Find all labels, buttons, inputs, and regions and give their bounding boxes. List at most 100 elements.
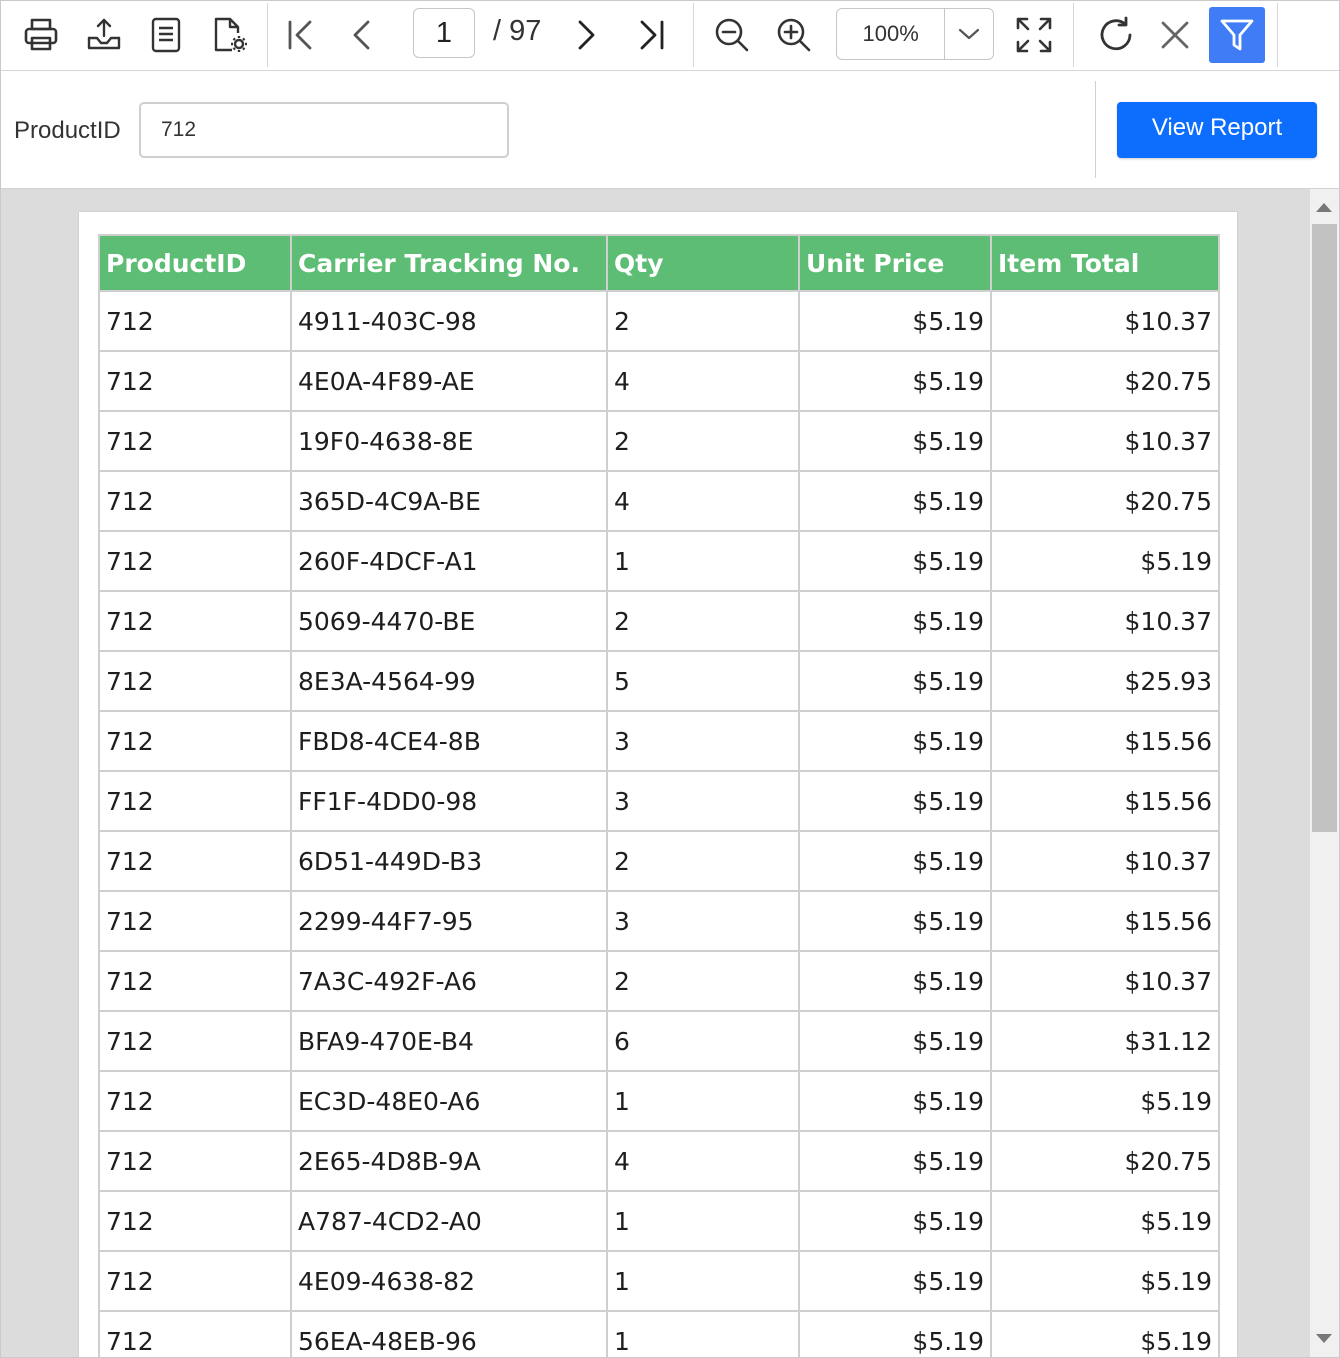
table-cell: 4 [606, 1130, 800, 1192]
table-cell: EC3D-48E0-A6 [290, 1070, 608, 1132]
table-cell: FBD8-4CE4-8B [290, 710, 608, 772]
table-cell: 712 [98, 290, 292, 352]
zoom-out-icon[interactable] [704, 7, 760, 63]
parameter-panel: ProductID 712 View Report [1, 71, 1339, 189]
table-cell: 712 [98, 890, 292, 952]
report-viewer: 1 / 97 100% ProductID 712 View Report Pr… [0, 0, 1340, 1358]
table-row: 712 A787-4CD2-A0 1 $5.19 $5.19 [98, 1190, 1220, 1252]
table-cell: 712 [98, 1070, 292, 1132]
page-setup-icon[interactable] [138, 7, 194, 63]
previous-page-icon[interactable] [334, 7, 390, 63]
total-pages: / 97 [493, 15, 542, 47]
table-cell: $5.19 [990, 1310, 1220, 1357]
table-row: 712 260F-4DCF-A1 1 $5.19 $5.19 [98, 530, 1220, 592]
table-cell: 2299-44F7-95 [290, 890, 608, 952]
table-cell: 1 [606, 1070, 800, 1132]
table-cell: 2E65-4D8B-9A [290, 1130, 608, 1192]
table-cell: 3 [606, 710, 800, 772]
next-page-icon[interactable] [558, 7, 614, 63]
table-row: 712 365D-4C9A-BE 4 $5.19 $20.75 [98, 470, 1220, 532]
table-row: 712 BFA9-470E-B4 6 $5.19 $31.12 [98, 1010, 1220, 1072]
table-cell: $10.37 [990, 290, 1220, 352]
table-cell: $5.19 [990, 1070, 1220, 1132]
product-id-input[interactable]: 712 [139, 102, 509, 158]
zoom-in-icon[interactable] [766, 7, 822, 63]
table-cell: $20.75 [990, 1130, 1220, 1192]
table-cell: 712 [98, 470, 292, 532]
report-table: ProductID Carrier Tracking No. Qty Unit … [98, 234, 1220, 1357]
table-cell: 712 [98, 950, 292, 1012]
table-cell: 6 [606, 1010, 800, 1072]
table-cell: 19F0-4638-8E [290, 410, 608, 472]
table-cell: $5.19 [798, 350, 992, 412]
table-cell: $5.19 [798, 1070, 992, 1132]
scrollbar-thumb[interactable] [1312, 224, 1337, 832]
table-cell: $10.37 [990, 410, 1220, 472]
table-cell: 1 [606, 1310, 800, 1357]
table-cell: $5.19 [798, 1310, 992, 1357]
last-page-icon[interactable] [623, 7, 679, 63]
table-cell: 2 [606, 290, 800, 352]
table-cell: $5.19 [798, 1010, 992, 1072]
report-page: ProductID Carrier Tracking No. Qty Unit … [79, 212, 1237, 1357]
table-cell: 4 [606, 350, 800, 412]
fit-page-icon[interactable] [1006, 7, 1062, 63]
table-cell: $15.56 [990, 770, 1220, 832]
table-cell: 5069-4470-BE [290, 590, 608, 652]
table-cell: $5.19 [798, 890, 992, 952]
table-cell: 2 [606, 410, 800, 472]
view-report-button[interactable]: View Report [1117, 102, 1317, 158]
table-cell: 7A3C-492F-A6 [290, 950, 608, 1012]
vertical-scrollbar[interactable] [1310, 189, 1339, 1357]
table-cell: 712 [98, 350, 292, 412]
table-cell: $10.37 [990, 590, 1220, 652]
zoom-dropdown[interactable]: 100% [836, 8, 994, 60]
table-cell: $5.19 [990, 1190, 1220, 1252]
scroll-down-icon[interactable] [1316, 1334, 1332, 1343]
table-cell: $5.19 [798, 650, 992, 712]
table-row: 712 EC3D-48E0-A6 1 $5.19 $5.19 [98, 1070, 1220, 1132]
table-cell: BFA9-470E-B4 [290, 1010, 608, 1072]
table-cell: 712 [98, 1250, 292, 1312]
table-cell: 4E0A-4F89-AE [290, 350, 608, 412]
table-cell: 5 [606, 650, 800, 712]
table-cell: 4911-403C-98 [290, 290, 608, 352]
column-header: Qty [606, 234, 800, 292]
refresh-icon[interactable] [1088, 7, 1144, 63]
table-cell: $5.19 [798, 1130, 992, 1192]
table-cell: $31.12 [990, 1010, 1220, 1072]
table-cell: 712 [98, 770, 292, 832]
table-header-row: ProductID Carrier Tracking No. Qty Unit … [98, 234, 1220, 292]
table-row: 712 19F0-4638-8E 2 $5.19 $10.37 [98, 410, 1220, 472]
table-cell: $5.19 [798, 290, 992, 352]
scroll-up-icon[interactable] [1316, 203, 1332, 212]
filter-icon[interactable] [1209, 7, 1265, 63]
column-header: Unit Price [798, 234, 992, 292]
print-layout-settings-icon[interactable] [202, 7, 258, 63]
export-icon[interactable] [76, 7, 132, 63]
column-header: ProductID [98, 234, 292, 292]
table-cell: $20.75 [990, 350, 1220, 412]
chevron-down-icon[interactable] [944, 9, 993, 59]
current-page-input[interactable]: 1 [413, 8, 475, 58]
table-row: 712 56EA-48EB-96 1 $5.19 $5.19 [98, 1310, 1220, 1357]
table-cell: 260F-4DCF-A1 [290, 530, 608, 592]
table-row: 712 4E09-4638-82 1 $5.19 $5.19 [98, 1250, 1220, 1312]
report-viewport[interactable]: ProductID Carrier Tracking No. Qty Unit … [1, 189, 1339, 1357]
table-cell: 365D-4C9A-BE [290, 470, 608, 532]
parameter-label: ProductID [14, 117, 121, 144]
toolbar: 1 / 97 100% [1, 1, 1339, 71]
table-row: 712 5069-4470-BE 2 $5.19 $10.37 [98, 590, 1220, 652]
print-icon[interactable] [13, 7, 69, 63]
table-cell: 712 [98, 1310, 292, 1357]
table-cell: 712 [98, 1010, 292, 1072]
first-page-icon[interactable] [273, 7, 329, 63]
table-cell: FF1F-4DD0-98 [290, 770, 608, 832]
table-cell: $5.19 [798, 590, 992, 652]
table-cell: $10.37 [990, 950, 1220, 1012]
table-cell: $5.19 [990, 1250, 1220, 1312]
table-cell: 4 [606, 470, 800, 532]
table-cell: 712 [98, 1190, 292, 1252]
close-icon[interactable] [1147, 7, 1203, 63]
table-cell: 6D51-449D-B3 [290, 830, 608, 892]
